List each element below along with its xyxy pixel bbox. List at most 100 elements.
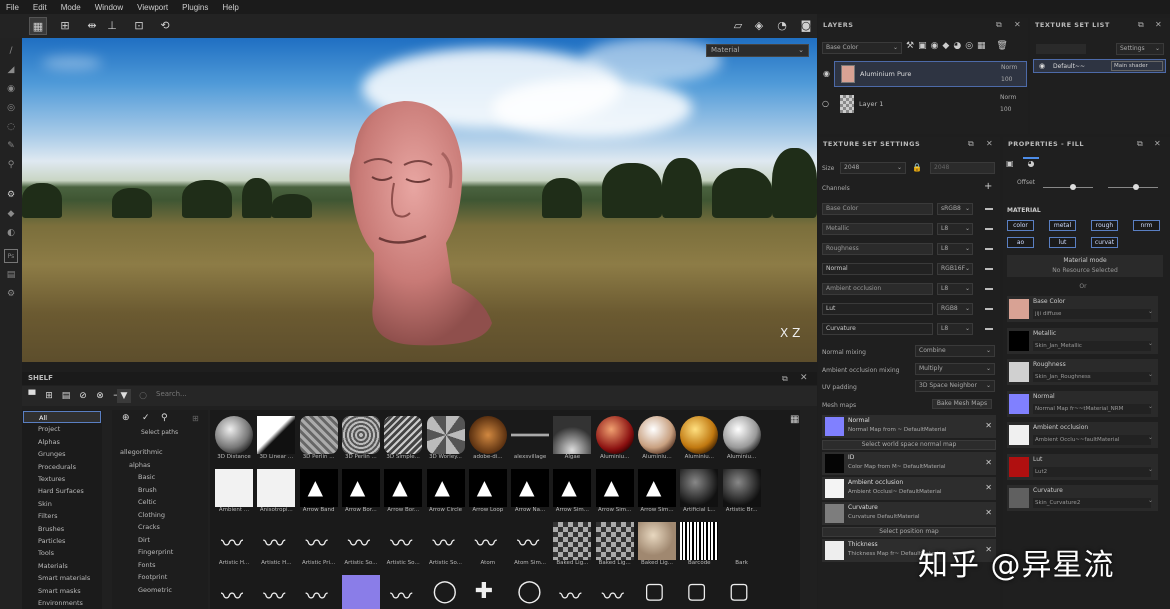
shelf-category-item[interactable]: Particles xyxy=(38,535,100,547)
blend-mode[interactable]: Norm xyxy=(1001,64,1017,71)
clone-icon[interactable]: ✎ xyxy=(4,139,18,153)
shelf-category-item[interactable]: Procedurals xyxy=(38,461,100,473)
expand-icon[interactable]: ⌄ xyxy=(1148,466,1153,473)
float-icon[interactable]: ⧉ xyxy=(996,20,1002,30)
visibility-icon[interactable]: ◉ xyxy=(823,69,830,78)
remove-channel-icon[interactable] xyxy=(985,228,993,230)
shelf-resource-item[interactable]: ◯Bevel Circle xyxy=(425,573,467,609)
filter-icon[interactable]: ▼ xyxy=(117,389,131,403)
shelf-category-item[interactable]: Brushes xyxy=(38,523,100,535)
map-source[interactable]: Ambient Occlusi~ DefaultMaterial xyxy=(848,489,942,495)
property-resource[interactable]: Skin_Jan_Roughness xyxy=(1033,372,1151,382)
layer-name[interactable]: Aluminium Pure xyxy=(860,70,911,78)
property-resource[interactable]: Lut2 xyxy=(1033,466,1151,477)
channel-format-dropdown[interactable]: L8 ⌄ xyxy=(937,223,973,235)
property-resource[interactable]: Normal Map fr~~tMaterial_NRM xyxy=(1033,403,1151,414)
geometry-icon[interactable]: ◎ xyxy=(4,101,18,115)
channel-format-dropdown[interactable]: L8 ⌄ xyxy=(937,323,973,335)
frame-icon[interactable]: ⊡ xyxy=(130,17,148,35)
remove-channel-icon[interactable] xyxy=(985,208,993,210)
uv-padding-dropdown[interactable]: 3D Space Neighbor ⌄ xyxy=(915,380,995,392)
layer-tools[interactable]: ⚒▣◉◆◕◎▦ 🗑 xyxy=(906,41,1012,51)
material-property-slot[interactable]: Base Color jiji diffuse ⌄ xyxy=(1007,296,1158,322)
material-property-slot[interactable]: Lut Lut2 ⌄ xyxy=(1007,453,1158,480)
shelf-category-item[interactable]: Filters xyxy=(38,510,100,522)
shelf-tree-item[interactable]: Basic xyxy=(138,472,155,482)
menu-file[interactable]: File xyxy=(6,3,19,12)
select-path-label[interactable]: Select paths xyxy=(141,429,178,436)
shelf-resource-item[interactable]: ▲ Arrow Sim... xyxy=(636,467,678,517)
picker-icon[interactable]: ⚲ xyxy=(4,158,18,172)
shader-dropdown[interactable]: Main shader xyxy=(1111,61,1163,71)
map-source[interactable]: Curvature DefaultMaterial xyxy=(848,514,920,520)
offset-slider[interactable] xyxy=(1043,187,1093,188)
shelf-resource-item[interactable]: Artistic Br... xyxy=(721,467,763,517)
shelf-category-item[interactable]: All xyxy=(23,411,101,423)
folder-icon[interactable]: ▀ xyxy=(25,389,39,403)
material-property-slot[interactable]: Roughness Skin_Jan_Roughness ⌄ xyxy=(1007,359,1158,385)
channel-format-dropdown[interactable]: sRGB8 ⌄ xyxy=(937,203,973,215)
material-property-slot[interactable]: Ambient occlusion Ambient Occlu~~faultMat… xyxy=(1007,422,1158,448)
viewport-material-dropdown[interactable]: Material ⌄ xyxy=(706,44,809,57)
radio-icon[interactable]: ◉ xyxy=(1039,62,1045,70)
blend-mode[interactable]: Norm xyxy=(1000,94,1016,101)
shelf-resource-item[interactable]: Aluminiu... xyxy=(678,414,720,464)
property-resource[interactable]: Skin_Curvature2 xyxy=(1033,498,1151,508)
layout-icon[interactable]: ⊞ xyxy=(56,17,74,35)
shelf-tree-item[interactable]: allegorithmic xyxy=(120,447,163,457)
cube-icon[interactable]: ◈ xyxy=(750,17,768,35)
ao-mixing-dropdown[interactable]: Multiply ⌄ xyxy=(915,363,995,375)
shelf-resource-item[interactable]: Baked Lig... xyxy=(594,520,636,570)
no-resource-label[interactable]: No Resource Selected xyxy=(1007,267,1163,274)
shelf-resource-item[interactable]: ▢Bevel Rect... xyxy=(678,573,720,609)
close-icon[interactable]: ✕ xyxy=(1154,139,1161,148)
shelf-resource-item[interactable]: ▲ Arrow Bor... xyxy=(382,467,424,517)
material-tab-icon[interactable]: ◕ xyxy=(1023,157,1039,173)
shelf-resource-item[interactable]: Bark xyxy=(721,520,763,570)
layer-row[interactable]: ◉ Aluminium Pure Norm 100 xyxy=(823,61,1027,87)
opacity-value[interactable]: 100 xyxy=(1001,76,1012,83)
shelf-resource-item[interactable]: ▢Bevel Rect... xyxy=(636,573,678,609)
shelf-resource-item[interactable]: ◯Bevel Egg xyxy=(509,573,551,609)
close-icon[interactable]: ✕ xyxy=(1014,20,1021,29)
material-channel-toggle[interactable]: rough xyxy=(1091,220,1118,231)
close-icon[interactable]: ✕ xyxy=(800,373,808,383)
shelf-resource-item[interactable]: 3D Perlin ... xyxy=(340,414,382,464)
layer-name[interactable]: Layer 1 xyxy=(859,100,883,108)
channel-name-field[interactable]: Normal xyxy=(822,263,933,275)
add-path-icon[interactable]: ⊕ xyxy=(122,413,130,423)
expand-icon[interactable]: ⌄ xyxy=(1148,340,1153,347)
mesh-map-slot[interactable]: Curvature Curvature DefaultMaterial ✕ xyxy=(822,502,996,525)
shelf-resource-item[interactable]: Baked Lig... xyxy=(551,520,593,570)
normal-mixing-dropdown[interactable]: Combine ⌄ xyxy=(915,345,995,357)
shelf-category-item[interactable]: Materials xyxy=(38,560,100,572)
projection-icon[interactable]: ◉ xyxy=(4,82,18,96)
texture-set-row[interactable]: ◉ Default~~ Main shader xyxy=(1033,59,1166,73)
shelf-tree-item[interactable]: alphas xyxy=(129,460,150,470)
shelf-resource-item[interactable]: 〰 Atom Sim... xyxy=(509,520,551,570)
mesh-map-slot[interactable]: Ambient occlusion Ambient Occlusi~ Defaul… xyxy=(822,477,996,500)
map-source[interactable]: Color Map from M~ DefaultMaterial xyxy=(848,464,946,470)
clear-map-icon[interactable]: ✕ xyxy=(985,421,992,430)
shelf-resource-item[interactable]: 〰 Artistic Pri... xyxy=(298,520,340,570)
settings-dropdown[interactable]: Settings ⌄ xyxy=(1116,43,1164,55)
shelf-resource-item[interactable]: 〰 Artistic So... xyxy=(382,520,424,570)
material-channel-toggle[interactable]: color xyxy=(1007,220,1034,231)
map-select-button[interactable]: Select position map xyxy=(822,527,996,537)
shelf-category-item[interactable]: Alphas xyxy=(38,436,100,448)
close-icon[interactable]: ✕ xyxy=(1155,20,1162,29)
channel-name-field[interactable]: Curvature xyxy=(822,323,933,335)
shelf-resource-item[interactable]: 〰 Artistic So... xyxy=(340,520,382,570)
slider-handle[interactable] xyxy=(1133,184,1139,190)
channel-name-field[interactable]: Roughness xyxy=(822,243,933,255)
shelf-resource-item[interactable]: 〰Bevel Cap... xyxy=(382,573,424,609)
shelf-tree-item[interactable]: Dirt xyxy=(138,535,150,545)
remove-channel-icon[interactable] xyxy=(985,268,993,270)
menu-window[interactable]: Window xyxy=(95,3,123,12)
smudge-icon[interactable]: ◌ xyxy=(4,120,18,134)
shelf-category-item[interactable]: Textures xyxy=(38,473,100,485)
3d-viewport[interactable]: Material ⌄ X Z xyxy=(22,38,817,362)
shelf-resource-item[interactable]: 〰 Atom xyxy=(467,520,509,570)
shelf-resource-item[interactable]: Barcode xyxy=(678,520,720,570)
remove-channel-icon[interactable] xyxy=(985,308,993,310)
